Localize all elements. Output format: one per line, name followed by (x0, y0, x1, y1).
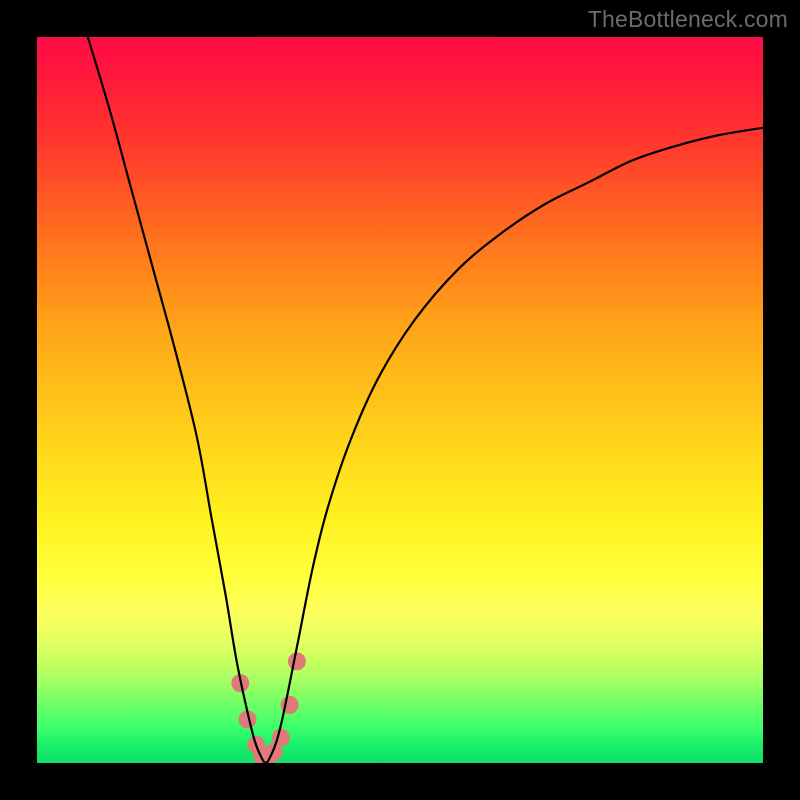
marker-dot (288, 652, 306, 670)
watermark-text: TheBottleneck.com (588, 6, 788, 33)
bottleneck-curve-path (88, 37, 763, 763)
marker-group (231, 652, 306, 763)
chart-frame: TheBottleneck.com (0, 0, 800, 800)
plot-area (37, 37, 763, 763)
curve-svg (37, 37, 763, 763)
